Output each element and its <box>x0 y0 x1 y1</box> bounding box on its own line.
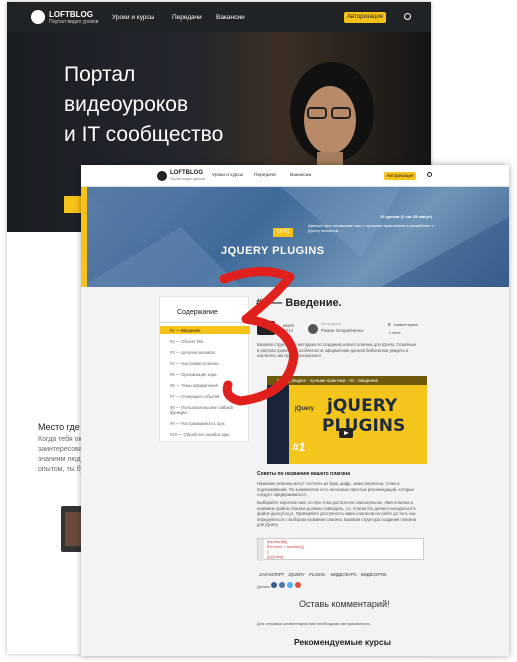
side-line-4: опытом, ты бу <box>38 466 84 473</box>
side-line-3: знаниям людь <box>38 456 85 463</box>
code-line: }; <box>267 550 270 554</box>
toc-heading: Содержание <box>177 309 218 316</box>
video-word-plugins: PLUGINS <box>322 416 406 436</box>
google-plus-icon[interactable] <box>295 582 301 588</box>
logo-title[interactable]: LOFTBLOG <box>170 170 203 176</box>
hero-line-1: Портал <box>64 63 136 86</box>
code-line: })(jQuery); <box>267 555 285 559</box>
paragraph: Выбирайте короткое имя, но при этом дост… <box>257 500 417 527</box>
comments-count: 0 <box>388 322 391 327</box>
logo-icon[interactable] <box>157 171 167 181</box>
course-description: Данный курс познакомит вас с лучшими пра… <box>308 223 434 233</box>
logo-subtitle: Портал видео уроков <box>170 177 205 181</box>
auth-button[interactable]: Авторизация <box>344 12 386 23</box>
front-navbar: LOFTBLOG Портал видео уроков Уроки и кур… <box>81 165 509 187</box>
share-label: Делись <box>257 584 271 589</box>
toc-item[interactable]: #10 — Обработка ошибок ajax. <box>170 432 245 437</box>
facebook-icon[interactable] <box>271 582 277 588</box>
recommended-heading: Рекомендуемые курсы <box>294 637 391 647</box>
section-heading: Советы по названию вашего плагина <box>257 471 350 477</box>
nav-courses[interactable]: Уроки и курсы <box>112 14 154 21</box>
code-line: (function($){ <box>267 540 288 544</box>
course-badge: КУРС <box>273 228 293 237</box>
tag-link[interactable]: ВИДЕОУРОК <box>361 572 387 577</box>
auth-note[interactable]: Для отправки комментария вам необходимо … <box>257 621 371 626</box>
line-gutter <box>258 539 264 561</box>
back-navbar: LOFTBLOG Портал видео уроков Уроки и кур… <box>7 2 431 32</box>
logo-title[interactable]: LOFTBLOG <box>49 10 93 19</box>
author-name[interactable]: Роман Опарейченко <box>321 328 363 333</box>
side-line-2: заинтересова <box>38 446 83 453</box>
author-role: Автор урока <box>321 322 341 326</box>
tag-link[interactable]: PLUGIN <box>309 572 325 577</box>
hero-line-2: видеоуроков <box>64 93 189 116</box>
logo-icon[interactable] <box>31 10 45 24</box>
video-number: #1 <box>292 440 306 454</box>
auth-button[interactable]: Авторизация <box>384 172 416 180</box>
logo-subtitle: Портал видео уроков <box>49 19 99 25</box>
avatar[interactable] <box>308 324 318 334</box>
front-page-screenshot: LOFTBLOG Портал видео уроков Уроки и кур… <box>81 165 509 656</box>
tag-link[interactable]: JQUERY <box>288 572 305 577</box>
toc-item[interactable]: #9 — Настраиваемость ajax. <box>170 421 245 426</box>
search-icon[interactable] <box>427 172 432 177</box>
nav-shows[interactable]: Передачи <box>254 173 276 178</box>
lessons-count: 10 уроков (1 час 35 минут) <box>380 214 433 219</box>
play-icon[interactable] <box>339 428 353 438</box>
comments-label: комментариев <box>394 323 418 327</box>
tag-link[interactable]: ВИДЕОКУРС <box>331 572 357 577</box>
views-label: 0 views <box>389 331 401 335</box>
video-word-jquery: jQUERY <box>327 396 398 416</box>
hero-line-3: и IT сообщество <box>64 123 224 146</box>
nav-vacancies[interactable]: Вакансии <box>290 173 311 178</box>
paragraph: Название плагина могут состоять из букв,… <box>257 481 415 497</box>
tag-link[interactable]: JAVASCRIPT <box>259 572 284 577</box>
code-block: (function($){ $.fn.test1 = function(){ }… <box>257 538 424 561</box>
vk-icon[interactable] <box>279 582 285 588</box>
course-title: JQUERY PLUGINS <box>221 245 325 257</box>
side-line-1: Когда тебя ок <box>38 436 82 443</box>
nav-courses[interactable]: Уроки и курсы <box>212 173 243 178</box>
comments-heading: Оставь комментарий! <box>299 599 390 609</box>
nav-shows[interactable]: Передачи <box>172 14 202 21</box>
red-number-three-mark <box>219 267 299 406</box>
twitter-icon[interactable] <box>287 582 293 588</box>
side-heading: Место где <box>38 422 80 432</box>
nav-vacancies[interactable]: Вакансии <box>216 14 245 21</box>
hero-yellow-stripe <box>81 187 87 287</box>
search-icon[interactable] <box>404 13 411 20</box>
code-line: $.fn.test1 = function(){ <box>267 545 305 549</box>
